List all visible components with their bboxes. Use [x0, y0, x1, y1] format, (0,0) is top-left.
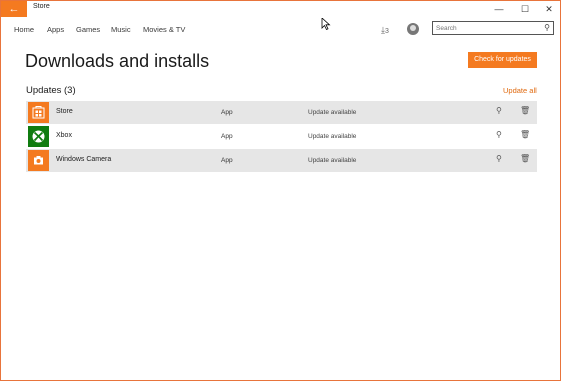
trash-icon[interactable]: 🗑	[520, 106, 530, 115]
downloads-indicator[interactable]: ⤓3	[381, 25, 389, 36]
app-title: Store	[33, 3, 50, 10]
minimize-button[interactable]: —	[487, 1, 511, 17]
app-type: App	[221, 157, 233, 164]
updates-section-title: Updates (3)	[26, 85, 76, 96]
store-tile	[28, 102, 49, 123]
maximize-button[interactable]: ☐	[513, 1, 537, 17]
account-avatar[interactable]	[407, 23, 419, 35]
xbox-tile	[28, 126, 49, 147]
update-row-store[interactable]: Store App Update available ⚲ 🗑	[26, 101, 537, 124]
store-bag-icon	[32, 106, 45, 119]
update-row-xbox[interactable]: Xbox App Update available ⚲ 🗑	[26, 125, 537, 148]
page-title: Downloads and installs	[25, 51, 210, 71]
nav-movies-tv[interactable]: Movies & TV	[143, 25, 185, 34]
app-type: App	[221, 133, 233, 140]
app-type: App	[221, 109, 233, 116]
search-box[interactable]: ⚲	[432, 21, 554, 35]
search-icon[interactable]: ⚲	[544, 23, 550, 33]
close-button[interactable]: ✕	[537, 1, 561, 17]
trash-icon[interactable]: 🗑	[520, 130, 530, 139]
camera-tile	[28, 150, 49, 171]
nav-games[interactable]: Games	[76, 25, 100, 34]
camera-icon	[34, 156, 43, 165]
title-bar: ← Store — ☐ ✕	[1, 1, 560, 17]
xbox-logo-icon	[32, 130, 45, 143]
pin-icon[interactable]: ⚲	[496, 154, 502, 163]
update-status: Update available	[308, 157, 357, 164]
update-all-link[interactable]: Update all	[503, 86, 537, 95]
store-window: ← Store — ☐ ✕ Home Apps Games Music Movi…	[0, 0, 561, 381]
update-status: Update available	[308, 133, 357, 140]
update-status: Update available	[308, 109, 357, 116]
check-for-updates-button[interactable]: Check for updates	[468, 52, 537, 68]
pin-icon[interactable]: ⚲	[496, 106, 502, 115]
downloads-count: 3	[384, 28, 389, 35]
app-name: Windows Camera	[56, 156, 112, 163]
search-input[interactable]	[436, 23, 536, 33]
nav-apps[interactable]: Apps	[47, 25, 64, 34]
back-button[interactable]: ←	[1, 1, 27, 17]
app-name: Store	[56, 108, 73, 115]
app-name: Xbox	[56, 132, 72, 139]
mouse-cursor-icon	[321, 18, 331, 30]
nav-home[interactable]: Home	[14, 25, 34, 34]
pin-icon[interactable]: ⚲	[496, 130, 502, 139]
nav-music[interactable]: Music	[111, 25, 131, 34]
trash-icon[interactable]: 🗑	[520, 154, 530, 163]
update-row-windows-camera[interactable]: Windows Camera App Update available ⚲ 🗑	[26, 149, 537, 172]
